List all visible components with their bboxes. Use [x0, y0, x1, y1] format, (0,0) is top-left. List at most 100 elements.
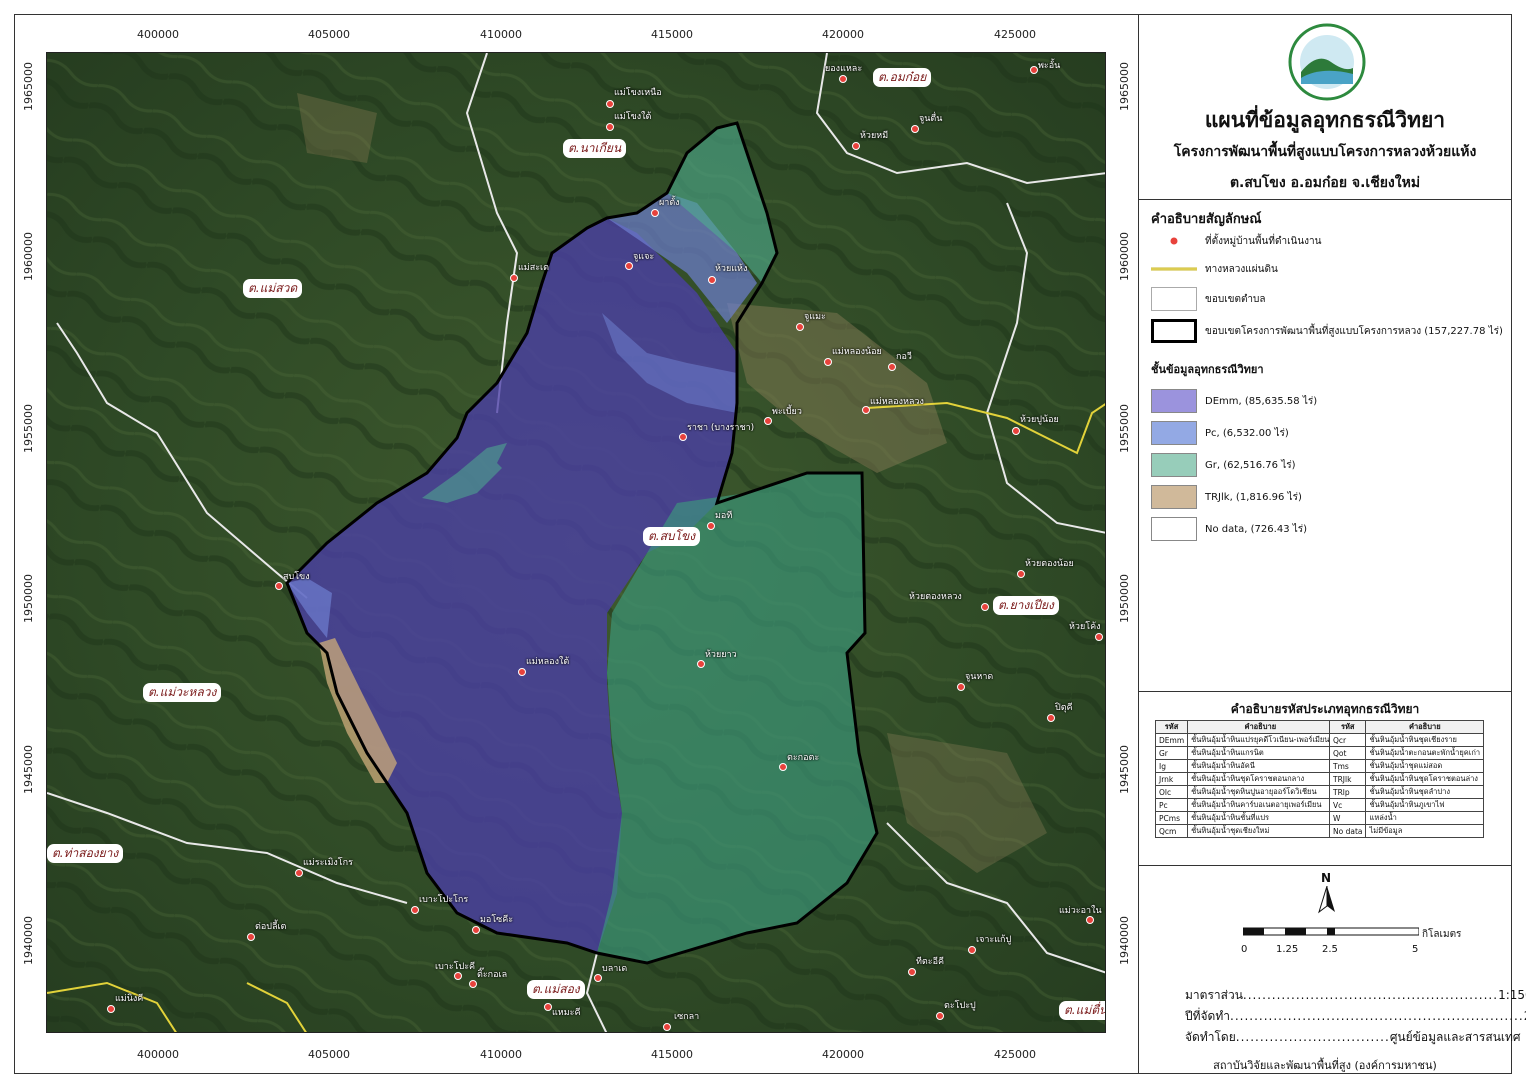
info-by-label: จัดทำโดย: [1185, 1030, 1236, 1044]
code-cell: Qot: [1328, 746, 1367, 760]
scale-unit: กิโลเมตร: [1422, 929, 1462, 940]
tambon-label: ต.อมก๋อย: [873, 68, 932, 87]
y-tick-right: 1960000: [1118, 232, 1131, 281]
village-label: แม่หลองน้อย: [832, 347, 882, 357]
tambon-label: ต.แม่วะหลวง: [143, 683, 222, 702]
code-cell: PCms: [1154, 811, 1189, 825]
location-title: ต.สบโขง อ.อมก๋อย จ.เชียงใหม่: [1229, 175, 1421, 191]
code-cell: TRlp: [1328, 785, 1367, 799]
village-marker: [911, 125, 919, 133]
layer-label: TRJlk, (1,816.96 ไร่): [1205, 491, 1302, 503]
trjlk-swatch: [1151, 485, 1197, 509]
col-code: รหัส: [1328, 720, 1367, 734]
village-label: บลาเด: [602, 964, 628, 974]
project-boundary-swatch: [1151, 319, 1197, 343]
village-label: ห้วยโค้ง: [1069, 622, 1101, 632]
code-cell: Gr: [1154, 746, 1189, 760]
legend-label: ที่ตั้งหมู่บ้านพื้นที่ดำเนินงาน: [1205, 235, 1322, 247]
info-scale-label: มาตราส่วน: [1185, 988, 1243, 1002]
col-desc: คำอธิบาย: [1365, 720, 1485, 734]
village-label: ห้วยยาว: [705, 650, 737, 660]
desc-cell: แหล่งน้ำ: [1365, 811, 1485, 825]
village-marker: [544, 1003, 552, 1011]
village-marker: [1047, 714, 1055, 722]
village-label: ตะกอตะ: [787, 753, 820, 763]
village-marker: [1012, 427, 1020, 435]
village-label: ห้วยตองหลวง: [909, 592, 962, 602]
village-marker: [1030, 66, 1038, 74]
village-label: ผาตั้ง: [659, 198, 680, 208]
village-marker: [888, 363, 896, 371]
village-marker: [651, 209, 659, 217]
legend-row-layer: DEmm, (85,635.58 ไร่): [1151, 388, 1317, 414]
info-scale-row: มาตราส่วน...............................…: [1185, 986, 1526, 1005]
village-marker: [472, 926, 480, 934]
village-label: ติ๊ะกอเล: [477, 970, 508, 980]
legend-block: คำอธิบายสัญลักษณ์ ที่ตั้งหมู่บ้านพื้นที่…: [1139, 200, 1511, 692]
village-marker: [454, 972, 462, 980]
legend-label: ขอบเขตตำบล: [1205, 293, 1266, 305]
village-label: ปิตุคี: [1055, 703, 1073, 713]
legend-label: ทางหลวงแผ่นดิน: [1205, 263, 1278, 275]
village-label: จูแมะ: [804, 312, 826, 322]
desc-cell: ชั้นหินอุ้มน้ำหินแกรนิต: [1187, 746, 1334, 760]
col-code: รหัส: [1154, 720, 1189, 734]
legend-heading: คำอธิบายสัญลักษณ์: [1151, 212, 1262, 227]
desc-cell: ชั้นหินอุ้มน้ำชุดหินปูนอายุออร์โดวิเชียน: [1187, 785, 1334, 799]
village-label: ห้วยปูน้อย: [1020, 415, 1059, 425]
info-year-row: ปีที่จัดทำ..............................…: [1185, 1007, 1526, 1026]
desc-cell: ชั้นหินอุ้มน้ำหินชุดโคราชตอนกลาง: [1187, 772, 1334, 786]
village-marker: [518, 668, 526, 676]
desc-cell: ชั้นหินอุ้มน้ำหินชุดเชียงราย: [1365, 733, 1485, 747]
village-label: ตะโปะปู: [944, 1001, 976, 1011]
village-label: ห้วยหมี: [860, 131, 889, 141]
x-tick-top: 425000: [994, 28, 1036, 41]
village-label: แม่สะเต: [518, 263, 549, 273]
village-label: แม่วะอาใน: [1059, 906, 1102, 916]
layer-label: Gr, (62,516.76 ไร่): [1205, 459, 1296, 471]
village-label: สบโขง: [283, 572, 310, 582]
layer-label: No data, (726.43 ไร่): [1205, 523, 1308, 535]
desc-cell: ชั้นหินอุ้มน้ำตะกอนตะพักน้ำยุคเก่า: [1365, 746, 1485, 760]
code-block: คำอธิบายรหัสประเภทอุทกธรณีวิทยา รหัส คำอธ…: [1139, 692, 1511, 866]
village-marker: [707, 522, 715, 530]
village-marker: [107, 1005, 115, 1013]
village-marker: [1086, 916, 1094, 924]
village-label: พะเบี้ยว: [772, 407, 802, 417]
layer-label: DEmm, (85,635.58 ไร่): [1205, 395, 1318, 407]
village-marker: [981, 603, 989, 611]
x-tick-top: 400000: [137, 28, 179, 41]
village-marker: [679, 433, 687, 441]
col-desc: คำอธิบาย: [1187, 720, 1334, 734]
code-cell: Qcr: [1328, 733, 1367, 747]
x-tick-bottom: 405000: [308, 1048, 350, 1061]
map-panel[interactable]: แม่โขงเหนือ แม่โขงใต้ ผาตั้ง จูแจะ ห้วยแ…: [46, 52, 1106, 1033]
y-tick-left: 1965000: [22, 62, 35, 111]
desc-cell: ชั้นหินอุ้มน้ำหินชุดโคราชตอนล่าง: [1365, 772, 1485, 786]
legend-row-village: ที่ตั้งหมู่บ้านพื้นที่ดำเนินงาน: [1151, 228, 1322, 254]
village-marker: [852, 142, 860, 150]
tambon-boundary-swatch: [1151, 287, 1197, 311]
village-label: ห้วยแห้ง: [715, 264, 748, 274]
village-label: เบาะโปะโกร: [419, 895, 469, 905]
y-tick-left: 1960000: [22, 232, 35, 281]
x-tick-top: 415000: [651, 28, 693, 41]
x-tick-top: 410000: [480, 28, 522, 41]
legend-row-layer: Pc, (6,532.00 ไร่): [1151, 420, 1289, 446]
village-marker: [510, 274, 518, 282]
y-tick-right: 1955000: [1118, 404, 1131, 453]
tambon-label: ต.แม่สอง: [527, 980, 585, 999]
code-cell: Tms: [1328, 759, 1367, 773]
tambon-label: ต.ยางเปียง: [993, 596, 1059, 615]
desc-cell: ชั้นหินอุ้มน้ำหินอัคนี: [1187, 759, 1334, 773]
village-marker: [936, 1012, 944, 1020]
village-label: กอวี: [896, 352, 912, 362]
code-cell: Olc: [1154, 785, 1189, 799]
legend-row-project: ขอบเขตโครงการพัฒนาพื้นที่สูงแบบโครงการหล…: [1151, 318, 1503, 344]
village-marker: [908, 968, 916, 976]
village-marker: [625, 262, 633, 270]
desc-cell: ชั้นหินอุ้มน้ำหินคาร์บอเนตอายุเพอร์เมียน: [1187, 798, 1334, 812]
institute-logo: [1288, 23, 1366, 101]
y-tick-right: 1965000: [1118, 62, 1131, 111]
legend-row-layer: Gr, (62,516.76 ไร่): [1151, 452, 1296, 478]
